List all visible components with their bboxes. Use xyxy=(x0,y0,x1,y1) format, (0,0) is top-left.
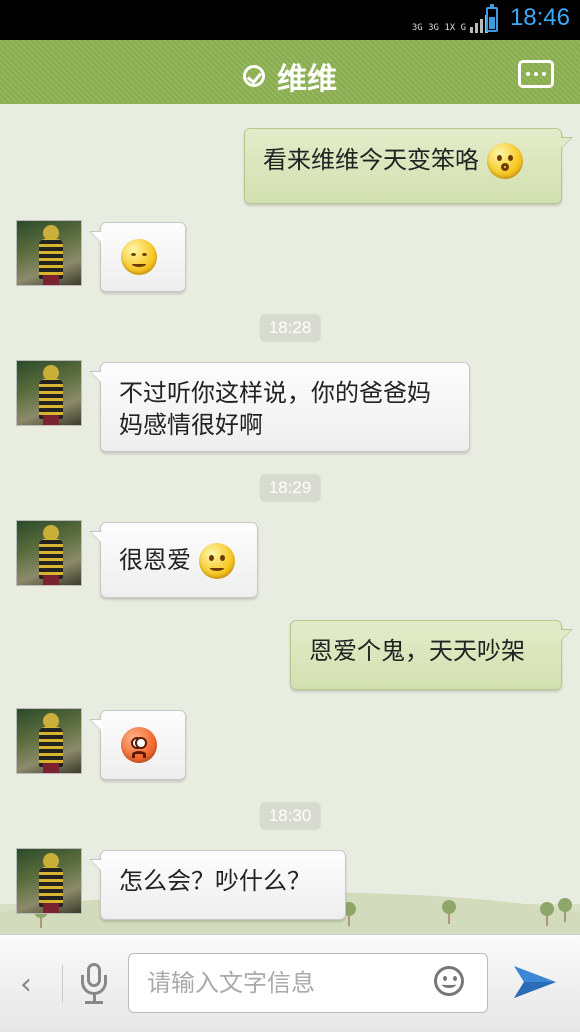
avatar[interactable] xyxy=(16,520,82,586)
check-circle-icon xyxy=(243,65,265,87)
message-text: 怎么会？吵什么？ xyxy=(119,867,311,895)
more-button[interactable] xyxy=(518,60,554,88)
chat-header: 维维 xyxy=(0,40,580,110)
more-icon xyxy=(526,72,530,76)
smug-emoji-icon xyxy=(121,239,157,275)
message-bubble-received[interactable]: 很恩爱 xyxy=(89,522,258,598)
message-timestamp: 18:29 xyxy=(259,474,321,502)
status-bar: 3G 3G 1X G 18:46 xyxy=(0,0,580,40)
message-list[interactable]: 看来维维今天变笨咯 18:28 不过听你这样说，你的爸爸妈妈感情很好啊 18:2… xyxy=(0,104,580,934)
input-bar: ‹ 请输入文字信息 xyxy=(0,934,580,1032)
smile-emoji-icon xyxy=(198,543,235,579)
tree-decoration xyxy=(34,904,48,928)
message-bubble-sent[interactable]: 看来维维今天变笨咯 xyxy=(244,128,573,204)
avatar[interactable] xyxy=(16,360,82,426)
message-text: 不过听你这样说，你的爸爸妈妈感情很好啊 xyxy=(119,379,431,439)
contact-name: 维维 xyxy=(277,62,337,97)
message-bubble-received[interactable] xyxy=(89,222,186,292)
angry-emoji-icon xyxy=(121,727,157,763)
message-bubble-received[interactable] xyxy=(89,710,186,780)
message-bubble-received[interactable]: 怎么会？吵什么？ xyxy=(89,850,346,920)
message-text: 恩爱个鬼，天天吵架 xyxy=(309,637,525,665)
avatar[interactable] xyxy=(16,848,82,914)
signal-indicator: 3G 3G 1X G xyxy=(412,7,488,33)
smiley-icon[interactable] xyxy=(434,966,464,996)
tree-decoration xyxy=(342,902,356,926)
network-type: 3G 3G 1X G xyxy=(411,23,466,33)
message-bubble-sent[interactable]: 恩爱个鬼，天天吵架 xyxy=(290,620,573,690)
battery-icon xyxy=(486,4,498,32)
avatar[interactable] xyxy=(16,220,82,286)
tree-decoration xyxy=(558,898,572,922)
divider xyxy=(62,965,63,1003)
shy-emoji-icon xyxy=(486,143,523,179)
avatar[interactable] xyxy=(16,708,82,774)
message-timestamp: 18:28 xyxy=(259,314,321,342)
status-time: 18:46 xyxy=(509,4,570,31)
tree-decoration xyxy=(540,902,554,926)
message-text: 很恩爱 xyxy=(119,546,191,574)
message-bubble-received[interactable]: 不过听你这样说，你的爸爸妈妈感情很好啊 xyxy=(89,362,470,452)
tree-decoration xyxy=(442,900,456,924)
message-input-placeholder: 请输入文字信息 xyxy=(147,969,315,997)
microphone-icon[interactable] xyxy=(80,963,108,1005)
message-text: 看来维维今天变笨咯 xyxy=(263,146,479,174)
message-timestamp: 18:30 xyxy=(259,802,321,830)
send-icon[interactable] xyxy=(512,962,558,1002)
chevron-left-icon[interactable]: ‹ xyxy=(20,967,32,1002)
